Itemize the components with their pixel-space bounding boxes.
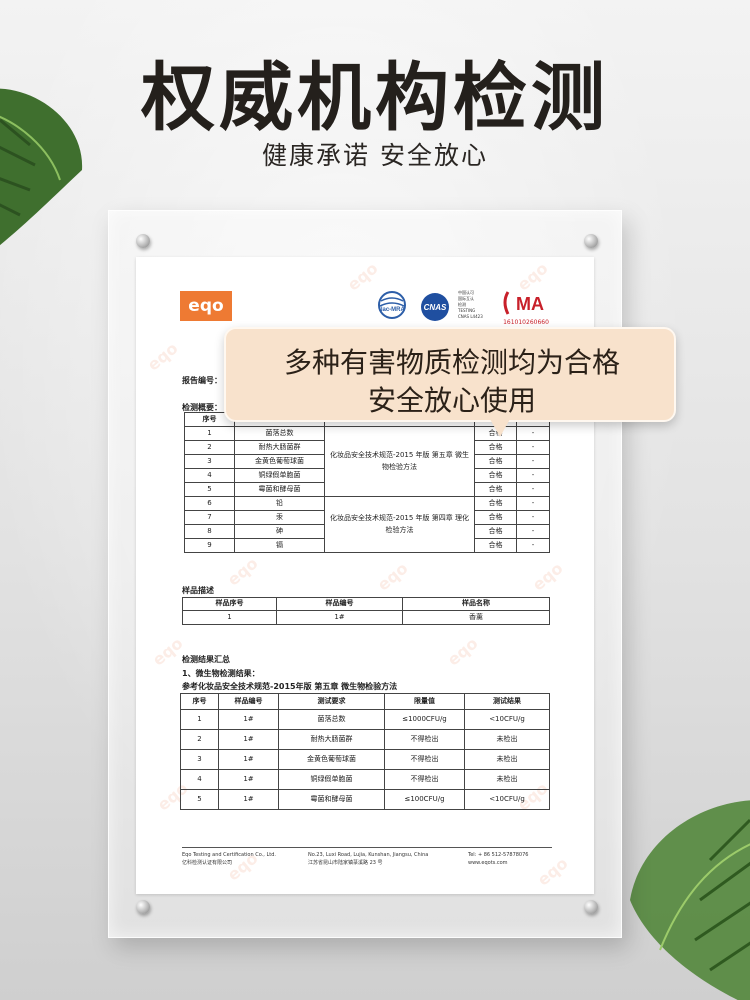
table-row: 1 1# 菌落总数 ≤1000CFU/g <10CFU/g: [180, 709, 550, 730]
table-row: 1 1# 香薰: [182, 610, 550, 625]
watermark: eqo: [528, 558, 567, 595]
method-micro: 化妆品安全技术规范-2015 年版 第五章 微生物检验方法: [324, 426, 475, 497]
callout-line-2: 安全放心使用: [367, 384, 536, 417]
footer-divider: [182, 847, 552, 848]
watermark: eqo: [143, 338, 182, 375]
results-label: 检测结果汇总: [182, 655, 230, 664]
callout-tail: [490, 419, 510, 437]
callout-line-1: 多种有害物质检测均为合格: [283, 346, 620, 379]
screw-icon: [584, 900, 598, 914]
watermark: eqo: [533, 853, 572, 890]
watermark: eqo: [223, 553, 262, 590]
page-headline: 权威机构检测: [141, 55, 609, 141]
micro-results-label: 1、微生物检测结果：: [182, 669, 260, 678]
ilac-mra-logo: ilac-MRA: [378, 291, 406, 319]
cnas-text: CNAS: [424, 303, 447, 312]
screw-icon: [136, 900, 150, 914]
footer-contact: Tel: + 86 512-57878076 www.eqots.com: [468, 852, 529, 866]
page-subheadline: 健康承诺 安全放心: [262, 141, 488, 170]
cnas-note: 中国认可 国际互认 检测 TESTING CNAS L4423: [458, 290, 483, 319]
table-row: 5 1# 霉菌和酵母菌 ≤100CFU/g <10CFU/g: [180, 789, 550, 810]
watermark: eqo: [148, 633, 187, 670]
report-number-label: 报告编号：: [182, 376, 222, 385]
table-row: 6铅 化妆品安全技术规范-2015 年版 第四章 理化检验方法 合格 -: [184, 496, 550, 553]
footer-address: No.23, Luxi Road, Lujia, Kunshan, Jiangs…: [308, 852, 429, 866]
table-row: 3 1# 金黄色葡萄球菌 不得检出 未检出: [180, 749, 550, 770]
watermark: eqo: [443, 633, 482, 670]
footer-company: Eqo Testing and Certification Co., Ltd. …: [182, 852, 276, 866]
sample-label: 样品描述: [182, 586, 214, 595]
watermark: eqo: [373, 558, 412, 595]
method-chem: 化妆品安全技术规范-2015 年版 第四章 理化检验方法: [324, 496, 475, 553]
table-row: 2 1# 耐热大肠菌群 不得检出 未检出: [180, 729, 550, 750]
ilac-text: ilac-MRA: [379, 307, 405, 313]
reference-label: 参考化妆品安全技术规范-2015年版 第五章 微生物检验方法: [182, 682, 398, 691]
results-table: 序号 样品编号 测试要求 限量值 测试结果 1 1# 菌落总数 ≤1000CFU/g <10CF…: [180, 693, 550, 810]
cma-text: MA: [516, 294, 544, 314]
watermark: eqo: [343, 258, 382, 295]
cma-number: 161010260660: [503, 319, 549, 326]
screw-icon: [584, 234, 598, 248]
screw-icon: [136, 234, 150, 248]
cnas-logo: CNAS: [421, 293, 449, 321]
plant-leaf-icon: [630, 800, 750, 1000]
sample-table: 样品序号 样品编号 样品名称 1 1# 香薰: [182, 597, 550, 625]
table-row: 4 1# 铜绿假单胞菌 不得检出 未检出: [180, 769, 550, 790]
callout-bubble: 多种有害物质检测均为合格 安全放心使用: [224, 327, 676, 422]
eqo-logo: eqo: [180, 291, 232, 321]
